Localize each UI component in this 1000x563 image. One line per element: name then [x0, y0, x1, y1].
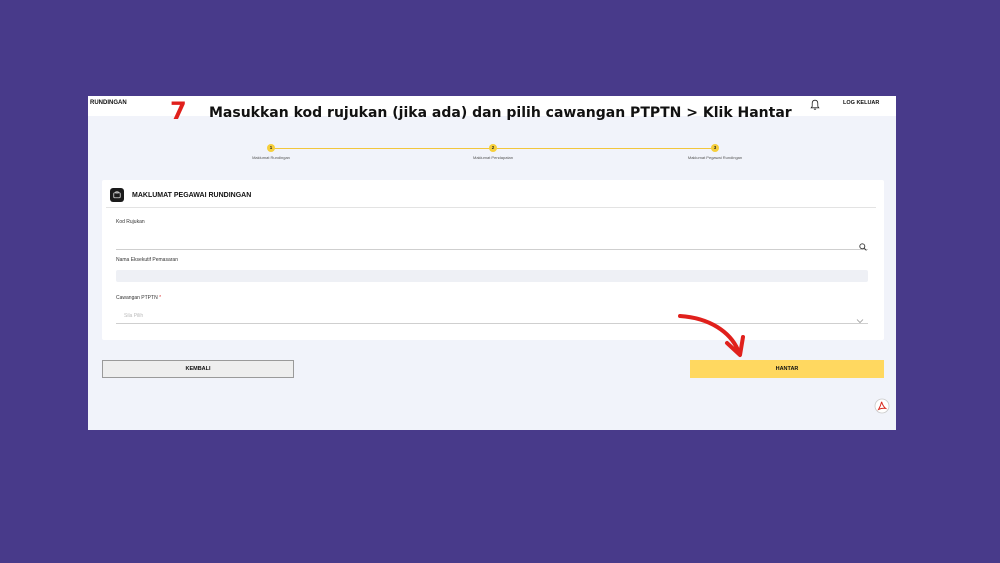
- instruction-text: Masukkan kod rujukan (jika ada) dan pili…: [209, 105, 792, 121]
- arrow-annotation: [678, 314, 745, 357]
- instruction-step-number: 7: [170, 97, 187, 125]
